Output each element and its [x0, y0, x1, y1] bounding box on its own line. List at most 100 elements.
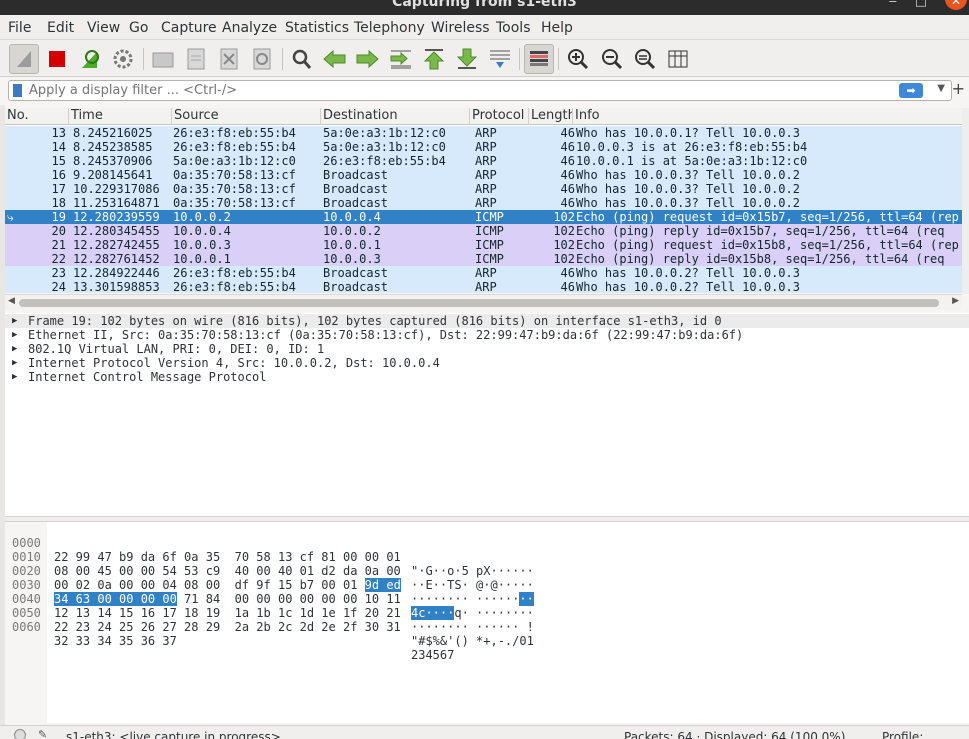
add-filter-button-icon[interactable]: + [952, 79, 965, 98]
autoscroll-icon[interactable] [485, 44, 515, 74]
col-header-info[interactable]: Info [573, 108, 962, 125]
display-filter-input[interactable] [29, 82, 899, 99]
packet-cell-dst: 26:e3:f8:eb:55:b4 [323, 154, 446, 168]
menu-go[interactable]: Go [129, 20, 148, 36]
expand-arrow-icon[interactable]: ▶ [12, 356, 17, 370]
packet-row[interactable]: 20 12.280345455 10.0.0.4 10.0.0.2 ICMP 102 Ech… [5, 224, 962, 238]
go-back-icon[interactable] [320, 44, 350, 74]
menu-help[interactable]: Help [541, 20, 573, 36]
ascii-highlight: ·· [519, 592, 534, 606]
detail-ethernet[interactable]: ▶ Ethernet II, Src: 0a:35:70:58:13:cf (0a… [5, 328, 969, 342]
packet-row[interactable]: 23 12.284922446 26:e3:f8:eb:55:b4 Broadcast… [5, 266, 962, 280]
zoom-in-icon[interactable] [563, 44, 593, 74]
packet-row[interactable]: 15 8.245370906 5a:0e:a3:1b:12:c0 26:e3:f8:e… [5, 154, 962, 168]
open-file-icon[interactable] [148, 44, 178, 74]
bytes-row: 0020 00 02 0a 00 00 04 08 00 df 9f 15 b7… [12, 564, 534, 606]
bytes-row: 0040 12 13 14 15 16 17 18 19 1a 1b 1c 1d… [12, 592, 534, 634]
packet-cell-no: 16 [51, 168, 66, 182]
scroll-right-icon[interactable]: ▶ [952, 296, 959, 306]
packet-row[interactable]: 22 12.282761452 10.0.0.1 10.0.0.3 ICMP 102 Ech… [5, 252, 962, 266]
menu-wireless[interactable]: Wireless [431, 20, 490, 36]
packet-cell-info: Echo (ping) request id=0x15b8, seq=1/256… [576, 238, 959, 252]
menu-tools[interactable]: Tools [496, 20, 531, 36]
col-header-protocol[interactable]: Protocol [470, 108, 529, 125]
menu-analyze[interactable]: Analyze [222, 20, 277, 36]
filter-dropdown-icon[interactable]: ▼ [937, 83, 945, 94]
resize-columns-icon[interactable] [663, 44, 693, 74]
bookmark-icon[interactable] [13, 84, 22, 97]
packet-cell-time: 8.245238585 [73, 140, 153, 154]
packet-cell-len: 46 [560, 126, 575, 140]
packet-row[interactable]: 13 8.245216025 26:e3:f8:eb:55:b4 5a:0e:a3:1… [5, 126, 962, 140]
menu-view[interactable]: View [87, 20, 120, 36]
packet-cell-no: 14 [51, 140, 66, 154]
restart-icon[interactable] [75, 44, 105, 74]
find-icon[interactable] [287, 44, 317, 74]
packet-cell-time: 12.284922446 [73, 266, 160, 280]
packet-row[interactable]: 16 9.208145641 0a:35:70:58:13:cf Broadcast A… [5, 168, 962, 182]
col-header-time[interactable]: Time [69, 108, 172, 125]
stop-icon[interactable] [42, 44, 72, 74]
detail-icmp[interactable]: ▶ Internet Control Message Protocol [5, 370, 969, 384]
expand-arrow-icon[interactable]: ▶ [12, 328, 17, 342]
col-header-source[interactable]: Source [172, 108, 321, 125]
menu-bar: File Edit View Go Capture Analyze Statis… [0, 15, 969, 40]
packet-cell-src: 0a:35:70:58:13:cf [173, 168, 296, 182]
packet-cell-info: Echo (ping) request id=0x15b7, seq=1/256… [576, 210, 959, 224]
save-file-icon[interactable] [181, 44, 211, 74]
reload-icon[interactable] [247, 44, 277, 74]
menu-capture[interactable]: Capture [161, 20, 217, 36]
expand-arrow-icon[interactable]: ▶ [12, 370, 17, 384]
packet-cell-time: 13.301598853 [73, 280, 160, 293]
expand-arrow-icon[interactable]: ▶ [12, 342, 17, 356]
packet-cell-proto: ARP [475, 196, 497, 210]
options-gear-icon[interactable] [108, 44, 138, 74]
col-header-no[interactable]: No. [5, 108, 69, 125]
packet-cell-dst: Broadcast [323, 280, 389, 293]
hscroll-thumb[interactable] [19, 299, 939, 307]
col-header-destination[interactable]: Destination [321, 108, 470, 125]
expand-arrow-icon[interactable]: ▶ [12, 314, 17, 328]
packet-list-hscrollbar[interactable]: ◀ ▶ [5, 294, 962, 310]
minimize-icon[interactable]: ‒ [889, 0, 897, 9]
menu-file[interactable]: File [8, 20, 31, 36]
detail-vlan[interactable]: ▶ 802.1Q Virtual LAN, PRI: 0, DEI: 0, ID:… [5, 342, 969, 356]
expert-info-icon[interactable] [14, 729, 26, 739]
apply-filter-arrow-icon[interactable]: ➡ [899, 83, 923, 98]
packet-cell-no: 15 [51, 154, 66, 168]
scroll-left-icon[interactable]: ◀ [8, 296, 15, 306]
packet-cell-src: 10.0.0.4 [173, 224, 231, 238]
go-forward-icon[interactable] [352, 44, 382, 74]
packet-details-tree: ▶ Frame 19: 102 bytes on wire (816 bits),… [5, 313, 969, 516]
first-packet-icon[interactable] [419, 44, 449, 74]
go-to-packet-icon[interactable] [386, 44, 416, 74]
packet-row[interactable]: 14 8.245238585 26:e3:f8:eb:55:b4 5a:0e:a3:1… [5, 140, 962, 154]
last-packet-icon[interactable] [452, 44, 482, 74]
status-profile[interactable]: Profile: Default [882, 730, 969, 739]
packet-cell-time: 12.282761452 [73, 252, 160, 266]
packet-row[interactable]: 19 12.280239559 10.0.0.2 10.0.0.4 ICMP 102 Ech… [5, 210, 962, 224]
packet-cell-info: 10.0.0.3 is at 26:e3:f8:eb:55:b4 [576, 140, 808, 154]
menu-statistics[interactable]: Statistics [285, 20, 349, 36]
detail-ipv4[interactable]: ▶ Internet Protocol Version 4, Src: 10.0.… [5, 356, 969, 370]
packet-row[interactable]: 17 10.229317086 0a:35:70:58:13:cf Broadcast… [5, 182, 962, 196]
detail-frame[interactable]: ▶ Frame 19: 102 bytes on wire (816 bits),… [5, 314, 969, 328]
packet-row[interactable]: 18 11.253164871 0a:35:70:58:13:cf Broadcast… [5, 196, 962, 210]
packet-list: 13 8.245216025 26:e3:f8:eb:55:b4 5a:0e:a3:1… [5, 125, 962, 293]
menu-telephony[interactable]: Telephony [354, 20, 425, 36]
maximize-icon[interactable]: □ [915, 0, 927, 9]
close-file-icon[interactable] [214, 44, 244, 74]
packet-cell-time: 10.229317086 [73, 182, 160, 196]
shark-fin-icon[interactable] [9, 44, 39, 74]
zoom-normal-icon[interactable] [630, 44, 660, 74]
bytes-row: 0060 32 33 34 35 36 37 234567 [12, 620, 455, 662]
packet-list-vscrollbar[interactable] [962, 108, 969, 294]
col-header-length[interactable]: Length [529, 108, 573, 125]
colorize-icon[interactable] [524, 44, 554, 74]
packet-row[interactable]: 24 13.301598853 26:e3:f8:eb:55:b4 Broadcast… [5, 280, 962, 293]
display-filter-bar: ➡ ▼ + [5, 79, 969, 102]
packet-row[interactable]: 21 12.282742455 10.0.0.3 10.0.0.1 ICMP 102 Ech… [5, 238, 962, 252]
edit-comment-icon[interactable]: ✎ [38, 728, 47, 739]
zoom-out-icon[interactable] [597, 44, 627, 74]
menu-edit[interactable]: Edit [47, 20, 74, 36]
